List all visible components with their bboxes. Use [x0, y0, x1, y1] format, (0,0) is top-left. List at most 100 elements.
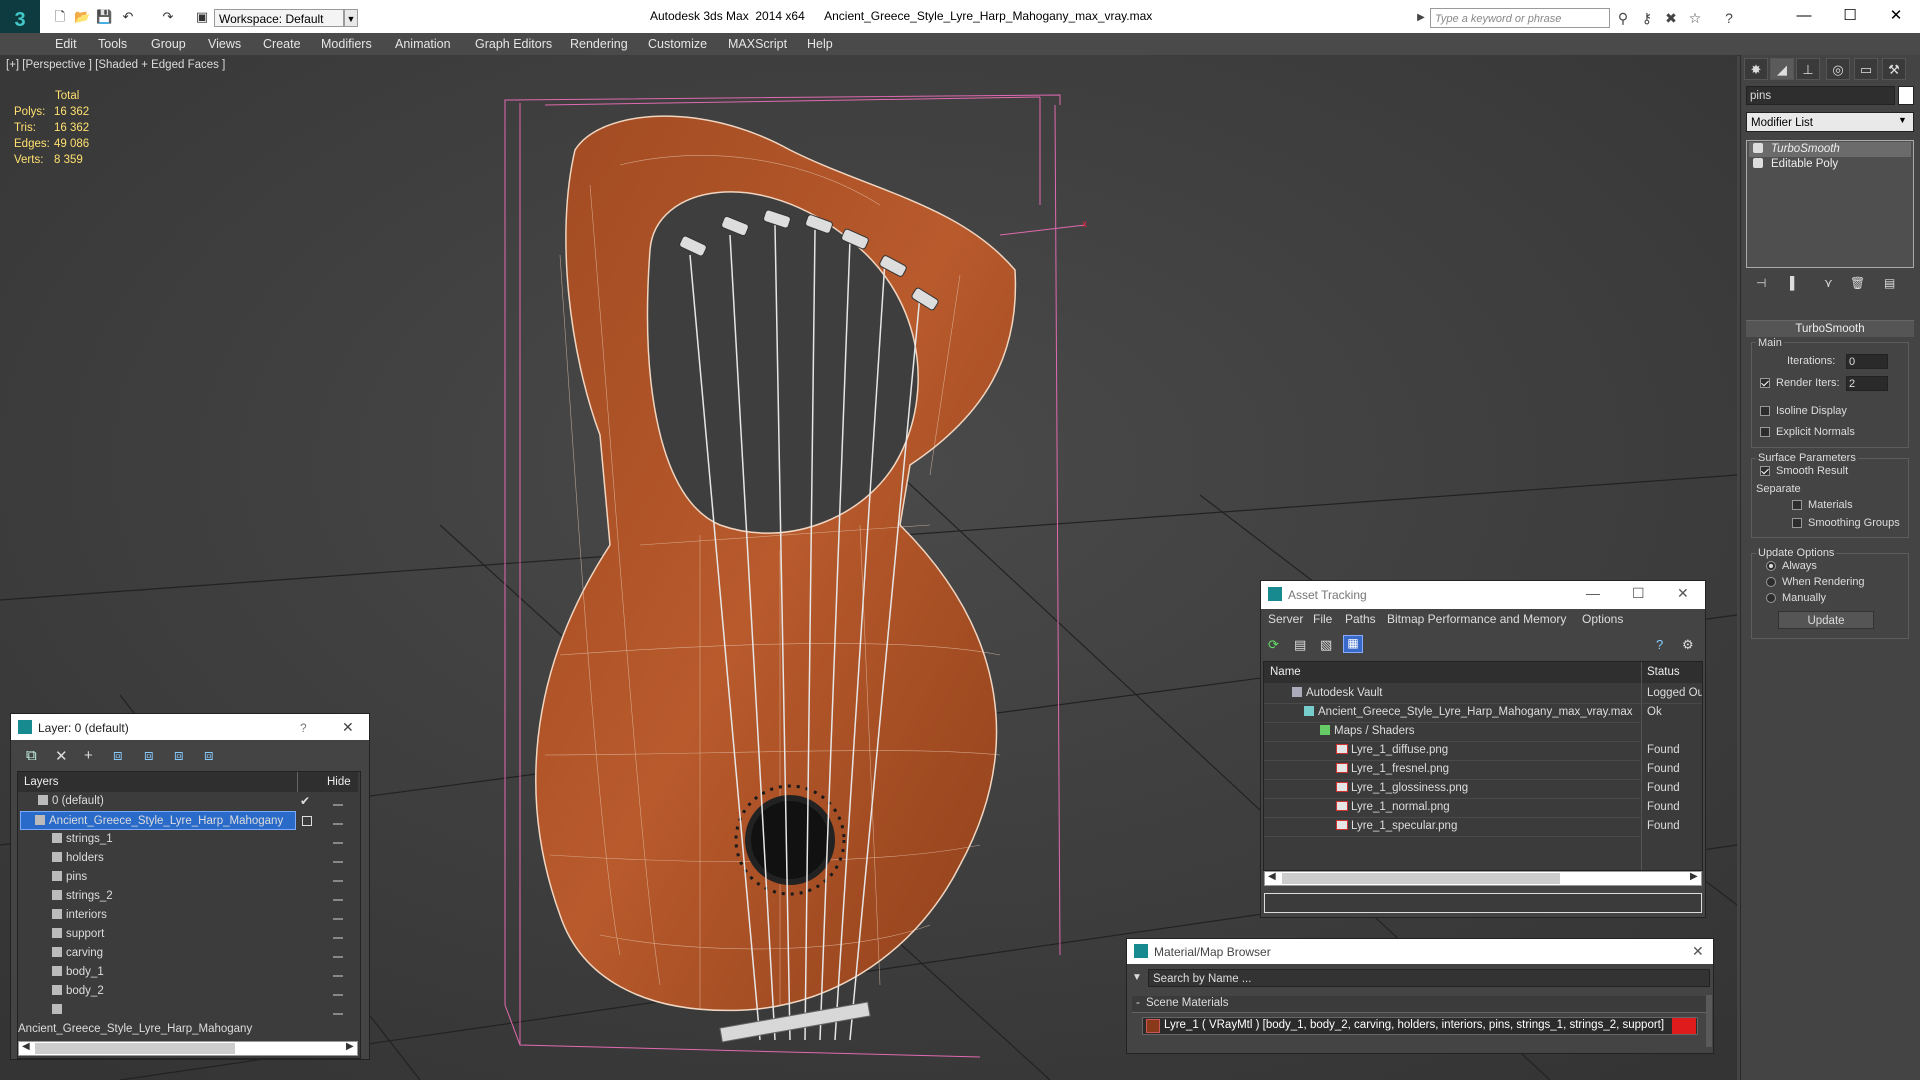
keyword-search-input[interactable]: Type a keyword or phrase — [1430, 8, 1610, 28]
hide-toggle-carving[interactable] — [333, 956, 343, 958]
asset-menu-paths[interactable]: Paths — [1345, 612, 1376, 626]
iterations-spinner[interactable]: 0 — [1846, 354, 1888, 369]
menu-create[interactable]: Create — [263, 34, 301, 54]
menu-group[interactable]: Group — [151, 34, 186, 54]
motion-tab-icon[interactable]: ◎ — [1826, 58, 1850, 80]
communication-center-icon[interactable]: ✖ — [1662, 9, 1680, 27]
menu-modifiers[interactable]: Modifiers — [321, 34, 372, 54]
layer-object-interiors[interactable]: interiors — [18, 906, 298, 925]
lightbulb-icon[interactable] — [1753, 143, 1763, 153]
asset-help-icon[interactable]: ? — [1656, 637, 1663, 652]
expand-plus-icon[interactable] — [1753, 158, 1763, 168]
render-iters-checkbox[interactable] — [1760, 378, 1770, 388]
asset-row-maps-shaders[interactable]: Maps / Shaders — [1264, 722, 1640, 742]
add-to-layer-icon[interactable]: + — [84, 747, 93, 764]
asset-row-diffuse[interactable]: Lyre_1_diffuse.png — [1264, 741, 1640, 761]
utilities-tab-icon[interactable]: ⚒ — [1882, 58, 1906, 80]
update-always-radio[interactable] — [1766, 561, 1776, 571]
refresh-icon[interactable]: ⟳ — [1268, 637, 1279, 653]
modifier-list-dropdown[interactable]: Modifier List — [1746, 112, 1914, 132]
hide-toggle-strings-1[interactable] — [333, 842, 343, 844]
stack-item-editable-poly[interactable]: Editable Poly — [1749, 157, 1911, 172]
layer-object-pins[interactable]: pins — [18, 868, 298, 887]
layer-object-support[interactable]: support — [18, 925, 298, 944]
modify-tab-icon[interactable]: ◢ — [1770, 58, 1794, 80]
layer-object-body-2[interactable]: body_2 — [18, 982, 298, 1001]
menu-customize[interactable]: Customize — [648, 34, 707, 54]
open-file-icon[interactable]: 📂 — [74, 9, 90, 25]
highlight-layer-icon[interactable]: ⧈ — [144, 747, 154, 764]
update-manually-radio[interactable] — [1766, 593, 1776, 603]
workspace-dropdown-arrow-icon[interactable]: ▼ — [344, 9, 358, 27]
asset-maximize-icon[interactable]: ☐ — [1632, 585, 1645, 602]
turbosmooth-rollout-header[interactable]: TurboSmooth — [1746, 320, 1914, 337]
layer-close-icon[interactable]: ✕ — [342, 719, 354, 736]
hide-toggle-body-2[interactable] — [333, 994, 343, 996]
hide-toggle-lyre[interactable] — [333, 823, 343, 825]
asset-path-field[interactable] — [1264, 893, 1702, 913]
show-end-result-icon[interactable]: ▌ — [1790, 276, 1799, 290]
hide-column-header[interactable]: Hide — [327, 776, 351, 788]
asset-row-max-file[interactable]: Ancient_Greece_Style_Lyre_Harp_Mahogany_… — [1264, 703, 1640, 723]
layer-object-carving[interactable]: carving — [18, 944, 298, 963]
menu-views[interactable]: Views — [208, 34, 241, 54]
close-button[interactable]: ✕ — [1876, 4, 1916, 28]
undo-icon[interactable]: ↶ — [120, 9, 136, 25]
material-search-input[interactable]: Search by Name ... — [1148, 969, 1710, 987]
asset-menu-file[interactable]: File — [1313, 612, 1332, 626]
name-column-header[interactable]: Name — [1270, 666, 1301, 678]
separate-smoothing-checkbox[interactable] — [1792, 518, 1802, 528]
layer-object-holders[interactable]: holders — [18, 849, 298, 868]
menu-tools[interactable]: Tools — [98, 34, 127, 54]
make-unique-icon[interactable]: ⋎ — [1824, 276, 1833, 290]
new-file-icon[interactable]: 🗋 — [52, 9, 68, 25]
material-browser-scrollbar[interactable] — [1706, 995, 1712, 1047]
configure-modifier-sets-icon[interactable]: ▤ — [1884, 276, 1895, 290]
update-when-rendering-radio[interactable] — [1766, 577, 1776, 587]
asset-minimize-icon[interactable]: — — [1586, 585, 1600, 601]
remove-modifier-icon[interactable]: 🗑 — [1850, 276, 1865, 290]
asset-menu-bitmap-performance[interactable]: Bitmap Performance and Memory — [1387, 612, 1566, 626]
hierarchy-tab-icon[interactable]: ⊥ — [1796, 58, 1820, 80]
help-icon[interactable]: ? — [1720, 9, 1738, 27]
asset-row-glossiness[interactable]: Lyre_1_glossiness.png — [1264, 779, 1640, 799]
delete-layer-icon[interactable]: ✕ — [55, 747, 68, 765]
asset-row-vault[interactable]: Autodesk Vault — [1264, 684, 1702, 704]
asset-scroll-left-icon[interactable]: ◀ — [1268, 871, 1276, 882]
layer-scrollbar-thumb[interactable] — [35, 1043, 235, 1054]
layer-row-lyre-selected[interactable]: Ancient_Greece_Style_Lyre_Harp_Mahogany — [20, 811, 296, 830]
asset-scroll-right-icon[interactable]: ▶ — [1690, 871, 1698, 882]
smooth-result-checkbox[interactable] — [1760, 466, 1770, 476]
status-column-header[interactable]: Status — [1647, 666, 1680, 678]
workspace-dropdown[interactable]: Workspace: Default — [214, 9, 344, 27]
current-layer-check-icon[interactable]: ✔ — [300, 794, 310, 808]
asset-scrollbar-thumb[interactable] — [1282, 873, 1560, 884]
layers-column-header[interactable]: Layers — [24, 776, 59, 788]
scroll-right-icon[interactable]: ▶ — [346, 1041, 354, 1052]
menu-edit[interactable]: Edit — [55, 34, 77, 54]
asset-row-normal[interactable]: Lyre_1_normal.png — [1264, 798, 1640, 818]
select-in-layer-icon[interactable]: ⧈ — [113, 747, 123, 764]
favorites-star-icon[interactable]: ☆ — [1686, 9, 1704, 27]
layer-object-strings-2[interactable]: strings_2 — [18, 887, 298, 906]
object-name-input[interactable]: pins — [1746, 86, 1895, 105]
hide-toggle-holders[interactable] — [333, 861, 343, 863]
hide-toggle-pins[interactable] — [333, 880, 343, 882]
browser-options-arrow-icon[interactable]: ▼ — [1132, 972, 1142, 983]
viewport-label[interactable]: [+] [Perspective ] [Shaded + Edged Faces… — [6, 59, 225, 71]
modifier-list-arrow-icon[interactable]: ▼ — [1898, 115, 1907, 125]
vault-settings-icon[interactable]: ⚙ — [1682, 637, 1694, 653]
material-browser-close-icon[interactable]: ✕ — [1692, 943, 1704, 960]
tree-view-icon[interactable]: ▧ — [1320, 637, 1332, 653]
menu-help[interactable]: Help — [807, 34, 833, 54]
asset-close-icon[interactable]: ✕ — [1677, 585, 1689, 602]
asset-menu-options[interactable]: Options — [1582, 612, 1623, 626]
menu-maxscript[interactable]: MAXScript — [728, 34, 787, 54]
isoline-display-checkbox[interactable] — [1760, 406, 1770, 416]
menu-graph-editors[interactable]: Graph Editors — [475, 34, 552, 54]
freeze-all-layers-icon[interactable]: ⧈ — [204, 747, 214, 764]
scroll-left-icon[interactable]: ◀ — [22, 1041, 30, 1052]
scene-materials-collapse-icon[interactable]: - — [1136, 997, 1140, 1009]
menu-animation[interactable]: Animation — [395, 34, 451, 54]
minimize-button[interactable]: — — [1784, 4, 1824, 28]
